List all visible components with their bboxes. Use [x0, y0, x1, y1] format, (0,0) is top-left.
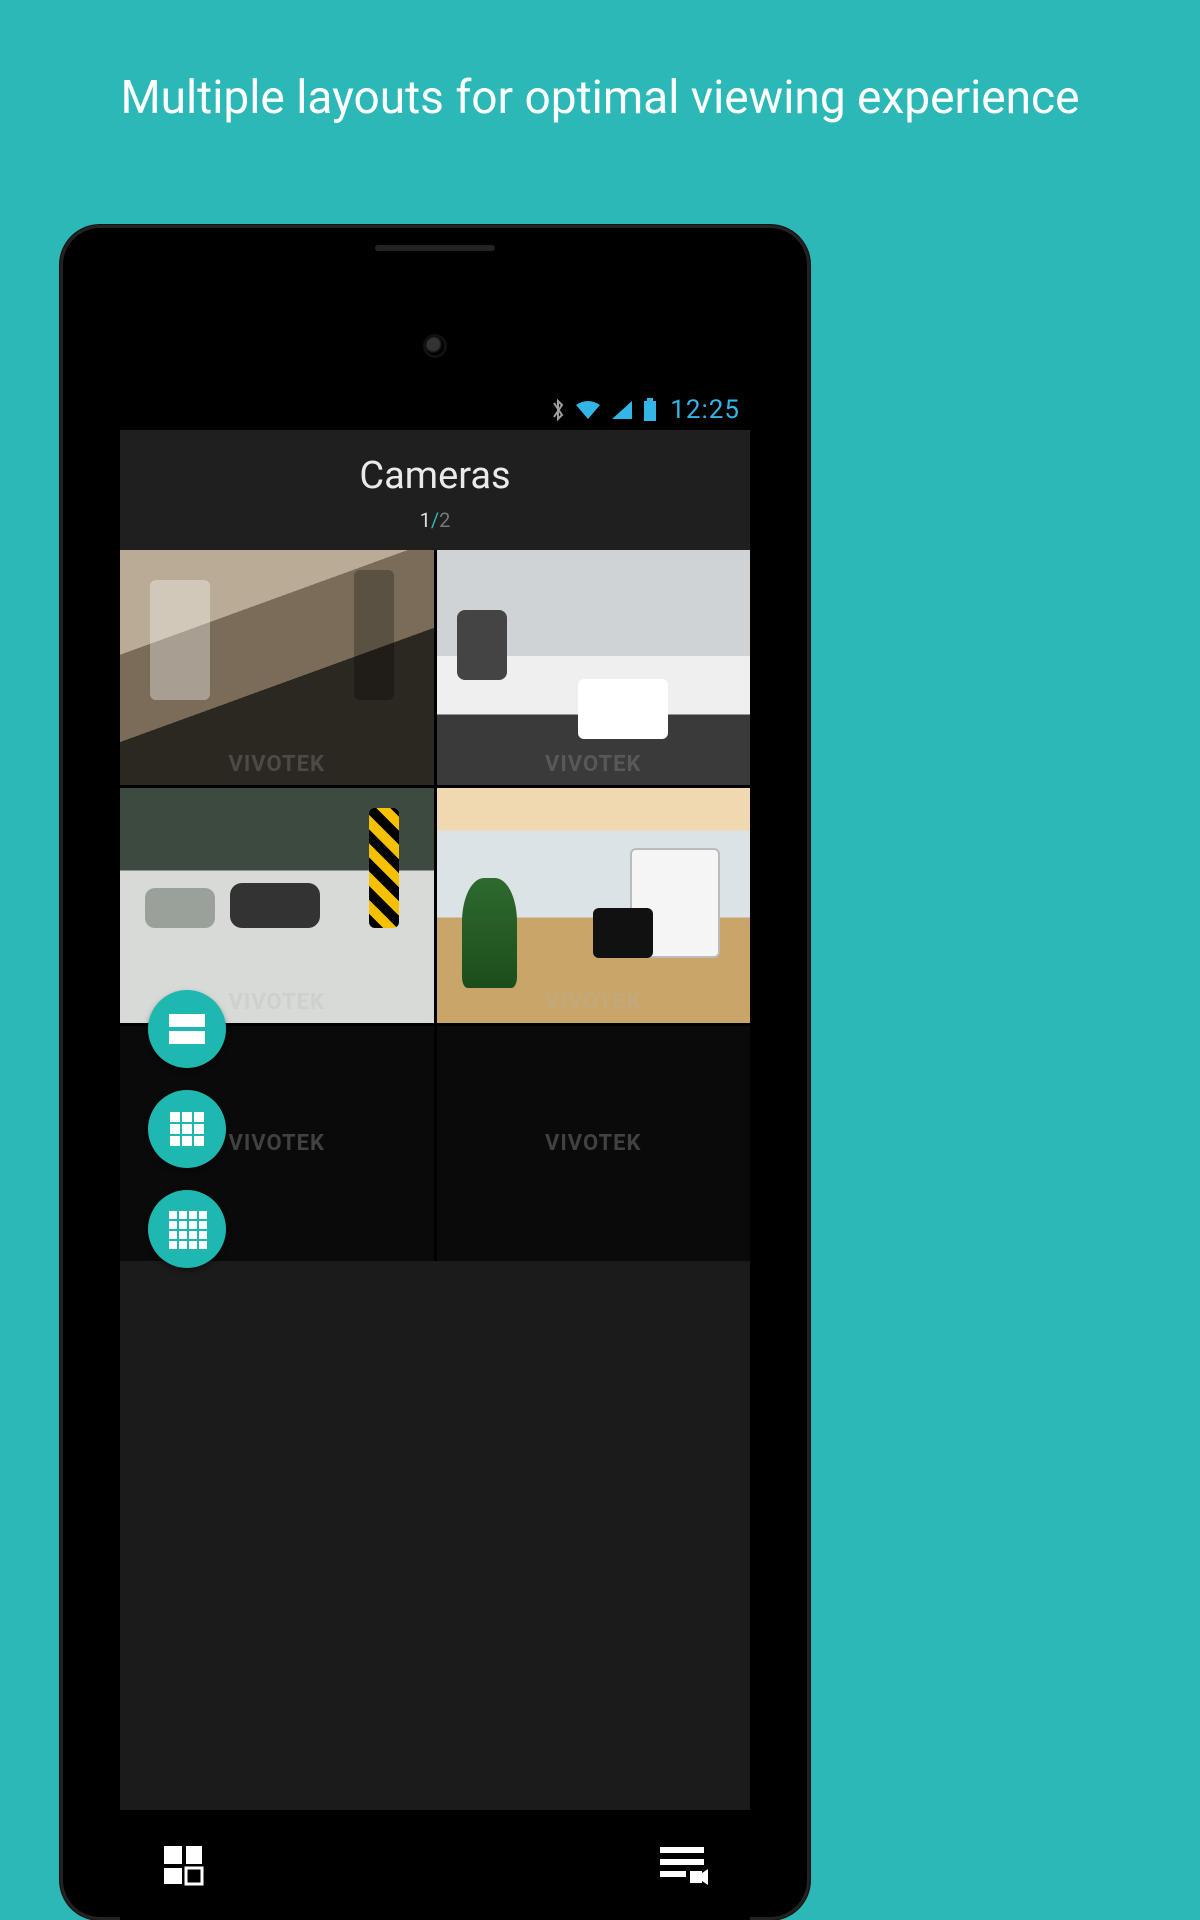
watermark: VIVOTEK — [437, 752, 751, 777]
page-current: 1 — [420, 508, 431, 532]
camera-tile-empty[interactable]: VIVOTEK — [437, 1026, 751, 1261]
cell-signal-icon — [610, 399, 634, 421]
camera-tile-room[interactable]: VIVOTEK — [437, 788, 751, 1023]
device-screen: 12:25 Cameras 1/2 VIVOTEK VIVOTEK VIVOTE… — [120, 390, 750, 1920]
layouts-icon — [160, 1842, 206, 1888]
page-separator: / — [431, 508, 439, 532]
tablet-frame: 12:25 Cameras 1/2 VIVOTEK VIVOTEK VIVOTE… — [60, 225, 810, 1920]
app-header: Cameras 1/2 — [120, 430, 750, 550]
page-total: 2 — [439, 508, 450, 532]
grid-4x4-icon — [167, 1209, 207, 1249]
camera-tile-lobby[interactable]: VIVOTEK — [120, 550, 434, 785]
nav-recordings-button[interactable] — [654, 1843, 710, 1887]
grid-3x3-icon — [168, 1110, 206, 1148]
tablet-speaker — [375, 245, 495, 251]
page-title: Cameras — [120, 454, 750, 498]
status-clock: 12:25 — [670, 395, 740, 425]
watermark: VIVOTEK — [120, 752, 434, 777]
android-status-bar: 12:25 — [120, 390, 750, 430]
camera-grid: VIVOTEK VIVOTEK VIVOTEK VIVOTEK VIVOTEK … — [120, 550, 750, 1261]
layout-4x4-button[interactable] — [148, 1190, 226, 1268]
layout-picker — [148, 990, 226, 1268]
nav-layouts-button[interactable] — [160, 1842, 206, 1888]
recordings-list-icon — [654, 1843, 710, 1887]
camera-tile-office[interactable]: VIVOTEK — [437, 550, 751, 785]
watermark: VIVOTEK — [437, 1131, 751, 1156]
layout-2x1-button[interactable] — [148, 990, 226, 1068]
bottom-nav — [120, 1810, 750, 1920]
watermark: VIVOTEK — [437, 990, 751, 1015]
wifi-icon — [574, 399, 602, 421]
bluetooth-icon — [550, 397, 566, 423]
camera-tile-garage[interactable]: VIVOTEK — [120, 788, 434, 1023]
tablet-front-camera — [426, 337, 444, 355]
marketing-headline: Multiple layouts for optimal viewing exp… — [0, 70, 1200, 128]
battery-icon — [642, 398, 658, 422]
layout-3x3-button[interactable] — [148, 1090, 226, 1168]
grid-2x1-icon — [167, 1012, 207, 1046]
page-indicator: 1/2 — [120, 508, 750, 532]
